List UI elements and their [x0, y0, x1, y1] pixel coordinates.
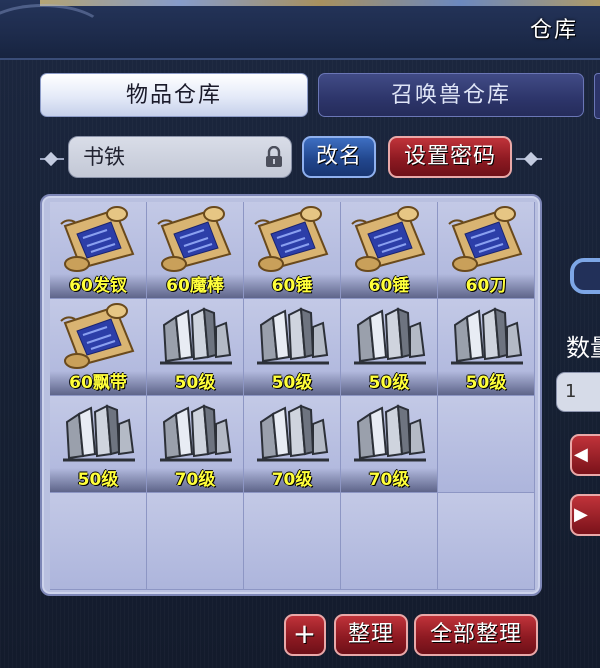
add-button[interactable]: +: [284, 614, 326, 656]
inventory-slot[interactable]: [341, 493, 438, 590]
inventory-slot[interactable]: 60魔棒: [147, 202, 244, 299]
inventory-slot[interactable]: 70级: [147, 396, 244, 493]
inventory-slot[interactable]: 60刀: [438, 202, 535, 299]
item-label: 60锤: [271, 276, 313, 296]
prev-arrow-button[interactable]: ◀: [570, 434, 600, 476]
inventory-slot[interactable]: 60飘带: [50, 299, 147, 396]
inventory-slot[interactable]: [244, 493, 341, 590]
next-arrow-button[interactable]: ▶: [570, 494, 600, 536]
sort-button[interactable]: 整理: [334, 614, 408, 656]
item-label: 70级: [174, 470, 216, 490]
inventory-slot[interactable]: 50级: [147, 299, 244, 396]
inventory-slot[interactable]: 50级: [341, 299, 438, 396]
tab-partial[interactable]: [594, 73, 600, 119]
inventory-slot[interactable]: 50级: [244, 299, 341, 396]
item-label: 70级: [271, 470, 313, 490]
inventory-slot[interactable]: [438, 493, 535, 590]
side-toggle-icon[interactable]: [570, 258, 600, 294]
item-label: 60魔棒: [166, 276, 224, 296]
count-label: 数量: [566, 334, 600, 362]
rename-button[interactable]: 改名: [302, 136, 376, 178]
warehouse-name-field[interactable]: 书铁: [68, 136, 292, 178]
inventory-slot[interactable]: 60锤: [244, 202, 341, 299]
swirl-ornament: [0, 4, 106, 58]
lock-icon: [266, 146, 282, 167]
window-header: 仓库: [0, 0, 600, 60]
item-label: 50级: [368, 373, 410, 393]
item-label: 50级: [271, 373, 313, 393]
inventory-slot[interactable]: 50级: [438, 299, 535, 396]
window-title: 仓库: [530, 18, 579, 43]
item-label: 50级: [77, 470, 119, 490]
count-input[interactable]: 1: [556, 372, 600, 412]
item-label: 60发钗: [69, 276, 127, 296]
item-label: 70级: [368, 470, 410, 490]
inventory-slot[interactable]: [50, 493, 147, 590]
inventory-slot[interactable]: 70级: [341, 396, 438, 493]
inventory-slot[interactable]: [438, 396, 535, 493]
inventory-slot[interactable]: 60锤: [341, 202, 438, 299]
set-password-button[interactable]: 设置密码: [388, 136, 512, 178]
item-grid: 60发钗 60魔棒 60锤 60锤 60刀 60飘带 50级 50级 50级 50级 50级 70级 7…: [50, 202, 536, 590]
tab-pet-warehouse[interactable]: 召唤兽仓库: [318, 73, 584, 117]
inventory-slot[interactable]: [147, 493, 244, 590]
item-label: 50级: [465, 373, 507, 393]
item-label: 60刀: [465, 276, 507, 296]
sort-all-button[interactable]: 全部整理: [414, 614, 538, 656]
item-label: 60锤: [368, 276, 410, 296]
item-label: 50级: [174, 373, 216, 393]
tab-item-warehouse[interactable]: 物品仓库: [40, 73, 308, 117]
inventory-slot[interactable]: 60发钗: [50, 202, 147, 299]
item-label: 60飘带: [69, 373, 127, 393]
inventory-slot[interactable]: 50级: [50, 396, 147, 493]
header-art: [40, 0, 600, 6]
inventory-slot[interactable]: 70级: [244, 396, 341, 493]
